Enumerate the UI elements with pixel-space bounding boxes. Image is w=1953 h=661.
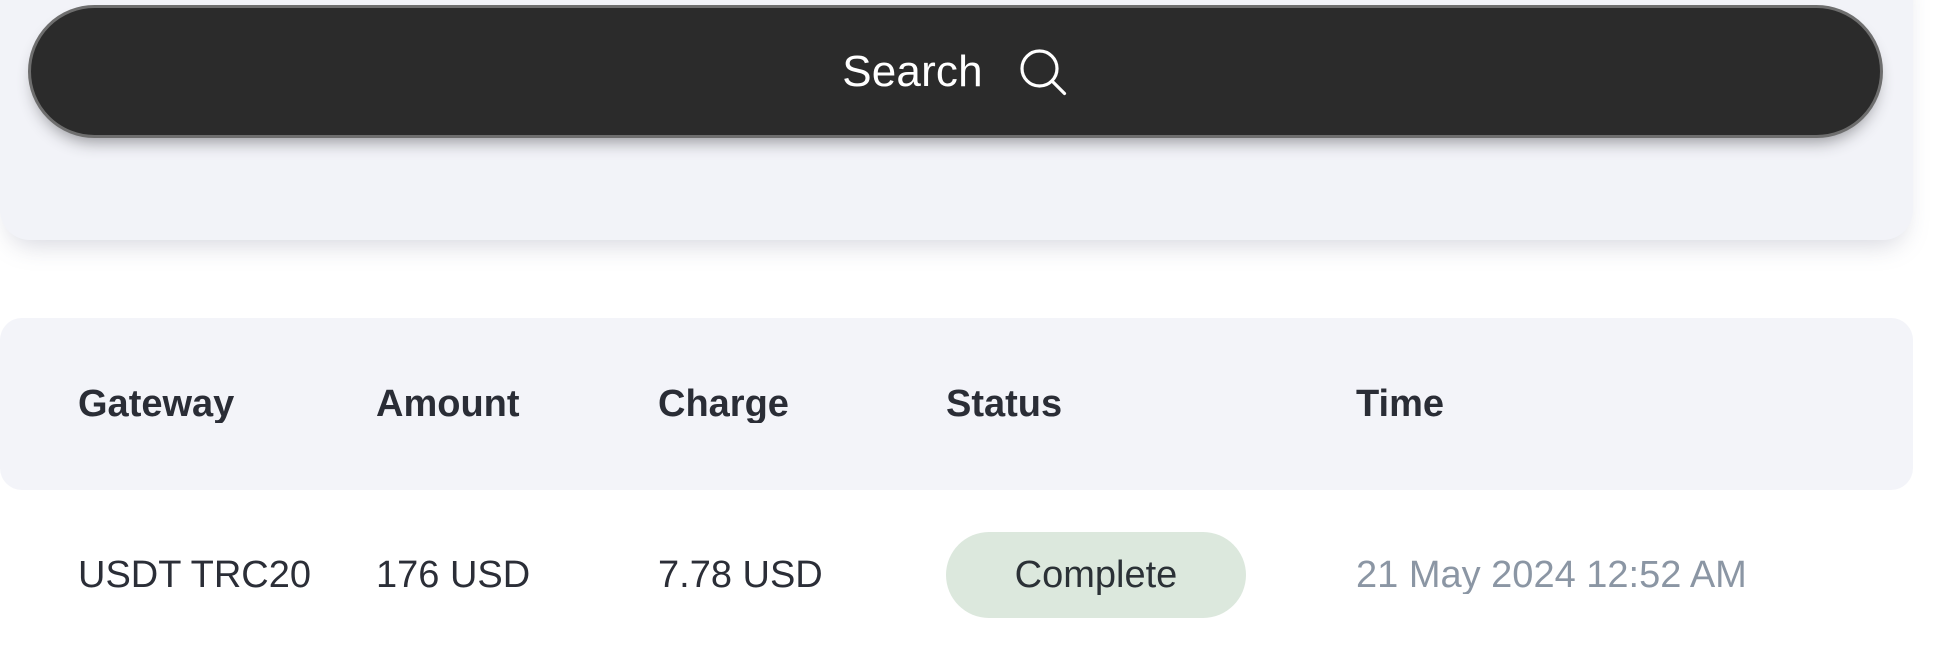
table-row[interactable]: USDT TRC20 176 USD 7.78 USD Complete 21 … xyxy=(0,490,1913,660)
column-header-gateway: Gateway xyxy=(78,385,235,423)
search-button[interactable]: Search xyxy=(28,5,1883,138)
cell-charge: 7.78 USD xyxy=(658,556,823,594)
filter-card: Search xyxy=(0,0,1913,240)
cell-amount: 176 USD xyxy=(376,556,531,594)
cell-time: 21 May 2024 12:52 AM xyxy=(1356,556,1747,594)
status-badge: Complete xyxy=(946,532,1246,618)
table-header-row: Gateway Amount Charge Status Time xyxy=(0,318,1913,490)
column-header-amount: Amount xyxy=(376,385,520,423)
search-button-label: Search xyxy=(842,46,983,96)
cell-gateway: USDT TRC20 xyxy=(78,556,311,594)
transactions-table: Gateway Amount Charge Status Time USDT T… xyxy=(0,318,1913,660)
search-icon xyxy=(1017,46,1069,98)
cell-status: Complete xyxy=(940,532,1350,618)
page-root: Search Gateway Amount Charge Status Time… xyxy=(0,0,1953,661)
column-header-time: Time xyxy=(1356,385,1445,423)
column-header-charge: Charge xyxy=(658,385,789,423)
column-header-status: Status xyxy=(946,385,1063,423)
